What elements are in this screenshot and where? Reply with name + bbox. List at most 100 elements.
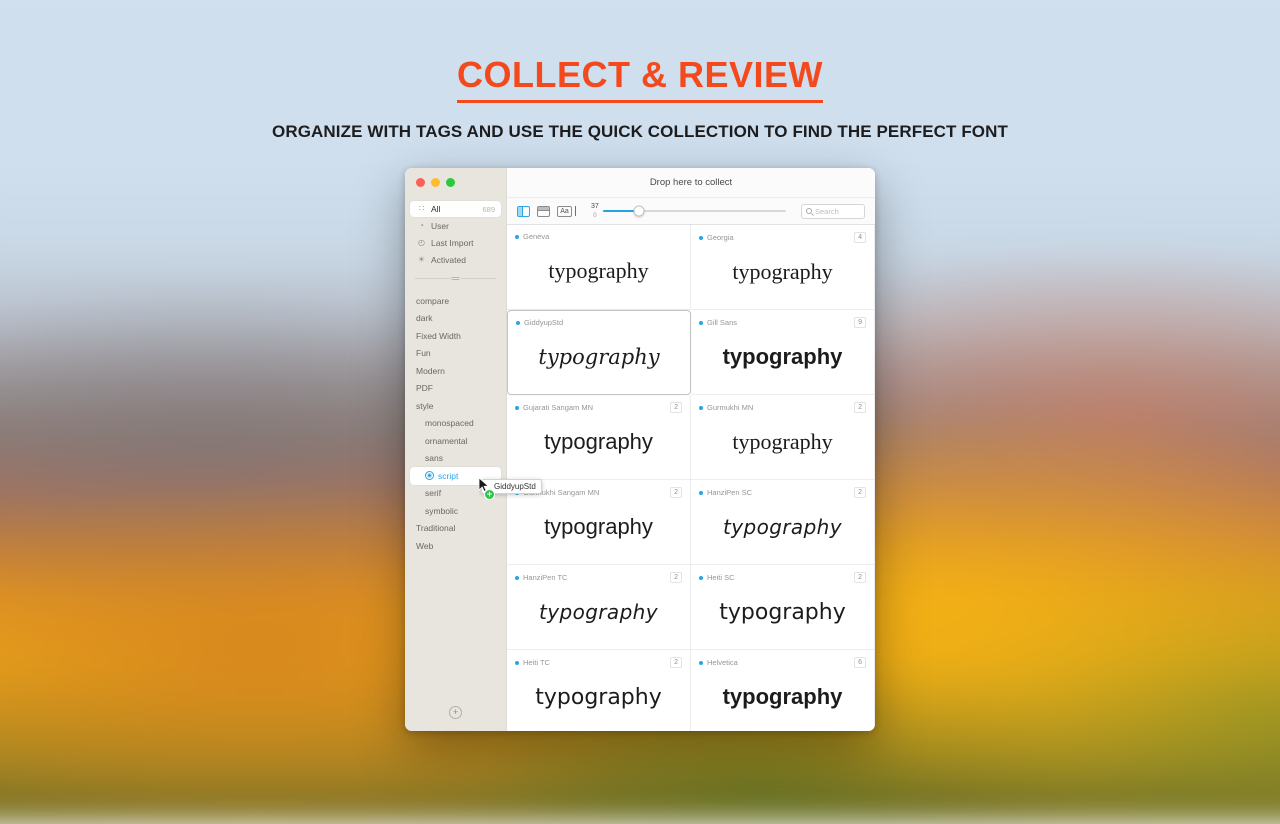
sidebar-tag-compare[interactable]: ◉compare xyxy=(410,292,501,310)
font-count-badge: 6 xyxy=(854,657,866,668)
sidebar-tag-label: symbolic xyxy=(425,505,459,516)
table-row[interactable]: GiddyupStd typography xyxy=(507,310,691,395)
sidebar-tag-style[interactable]: ◉style xyxy=(410,397,501,415)
font-sample-text: typography xyxy=(732,429,833,454)
sidebar-item-all[interactable]: ∷ All 689 xyxy=(410,201,501,217)
app-window: ∷All689◔User◴Last Import☀Activated ◉comp… xyxy=(405,168,875,731)
table-row[interactable]: Heiti TC 2 typography xyxy=(507,650,691,731)
sidebar-tag-label: Fun xyxy=(416,348,431,359)
sidebar-tag-pdf[interactable]: ◉PDF xyxy=(410,380,501,398)
table-row[interactable]: Heiti SC 2 typography xyxy=(691,565,875,650)
sidebar-item-user[interactable]: ◔ User xyxy=(410,218,501,234)
sidebar-tag-web[interactable]: ◉Web xyxy=(410,537,501,555)
sidebar-tag-label: Traditional xyxy=(416,523,456,534)
sidebar-item-activated[interactable]: ☀ Activated xyxy=(410,252,501,268)
card-header: HanziPen SC 2 xyxy=(699,487,866,498)
sidebar-tag-dark[interactable]: ◉dark xyxy=(410,310,501,328)
sidebar-tag-label: compare xyxy=(416,295,450,306)
slider-knob[interactable] xyxy=(633,205,645,217)
sidebar-tag-fun[interactable]: ◉Fun xyxy=(410,345,501,363)
font-count-badge: 2 xyxy=(854,402,866,413)
table-row[interactable]: Gill Sans 9 typography xyxy=(691,310,875,395)
font-name: Georgia xyxy=(707,233,734,242)
card-header: HanziPen TC 2 xyxy=(515,572,682,583)
slider-max-label: 37 xyxy=(591,203,599,210)
table-row[interactable]: Geneva typography xyxy=(507,225,691,310)
font-status-dot-icon xyxy=(699,575,703,580)
font-sample-text: typography xyxy=(732,259,833,284)
sample-text-icon[interactable]: Aa xyxy=(557,205,572,217)
font-status-dot-icon xyxy=(699,235,703,240)
table-row[interactable]: Gurmukhi MN 2 typography xyxy=(691,395,875,480)
sidebar: ∷All689◔User◴Last Import☀Activated ◉comp… xyxy=(405,168,506,731)
minimize-button[interactable] xyxy=(431,178,440,187)
sidebar-tag-label: ornamental xyxy=(425,435,468,446)
table-row[interactable]: HanziPen SC 2 typography xyxy=(691,480,875,565)
font-count-badge: 2 xyxy=(854,572,866,583)
user-icon: ◔ xyxy=(419,221,424,230)
maximize-button[interactable] xyxy=(446,178,455,187)
page-subtitle: ORGANIZE WITH TAGS AND USE THE QUICK COL… xyxy=(272,122,1008,141)
font-sample-text: typography xyxy=(535,684,662,710)
font-sample-text: typography xyxy=(538,344,660,369)
slider-min-label: 0 xyxy=(593,213,597,219)
sidebar-item-label: User xyxy=(431,221,449,231)
font-status-dot-icon xyxy=(515,660,519,665)
add-tag-button[interactable]: + xyxy=(449,705,462,719)
font-sample-text: typography xyxy=(544,429,653,454)
divider-grip-icon[interactable] xyxy=(450,276,461,281)
sidebar-item-last-import[interactable]: ◴ Last Import xyxy=(410,235,501,251)
font-sample-text: typography xyxy=(722,684,843,709)
table-row[interactable]: Helvetica 6 typography xyxy=(691,650,875,731)
sidebar-item-label: All xyxy=(431,204,441,214)
font-grid: Geneva typography Georgia 4 typography Giddyu… xyxy=(507,225,875,731)
font-sample-text: typography xyxy=(539,600,658,624)
card-header: Helvetica 6 xyxy=(699,657,866,668)
sidebar-tag-sans[interactable]: ◉sans xyxy=(410,450,501,468)
sidebar-tag-symbolic[interactable]: ◉symbolic xyxy=(410,502,501,520)
table-row[interactable]: Georgia 4 typography xyxy=(691,225,875,310)
window-view-icon[interactable] xyxy=(537,205,550,217)
font-status-dot-icon xyxy=(515,575,519,580)
font-name: Gill Sans xyxy=(707,318,738,327)
search-input[interactable]: Search xyxy=(801,203,865,219)
toolbar: Aa 37 0 Search xyxy=(507,198,875,225)
font-status-dot-icon xyxy=(699,320,703,325)
font-count-badge: 2 xyxy=(670,657,682,668)
card-header: Heiti TC 2 xyxy=(515,657,682,668)
sidebar-tag-traditional[interactable]: ◉Traditional xyxy=(410,520,501,538)
text-caret-icon xyxy=(575,206,576,216)
search-icon xyxy=(806,208,812,214)
slider-track[interactable] xyxy=(602,205,786,217)
close-button[interactable] xyxy=(416,178,425,187)
sidebar-toggle-icon[interactable] xyxy=(517,205,530,217)
search-placeholder: Search xyxy=(815,206,839,216)
font-count-badge: 2 xyxy=(854,487,866,498)
font-status-dot-icon xyxy=(699,660,703,665)
size-slider[interactable]: 37 0 xyxy=(591,203,786,219)
sidebar-footer: + xyxy=(405,693,506,731)
table-row[interactable]: HanziPen TC 2 typography xyxy=(507,565,691,650)
drop-zone[interactable]: Drop here to collect xyxy=(507,168,875,198)
font-name: Gurmukhi Sangam MN xyxy=(523,488,600,497)
sidebar-item-label: Last Import xyxy=(431,238,474,248)
font-count-badge: 2 xyxy=(670,402,682,413)
sidebar-divider[interactable] xyxy=(415,276,496,281)
font-status-dot-icon xyxy=(515,405,519,410)
font-name: Heiti SC xyxy=(707,573,735,582)
font-status-dot-icon xyxy=(699,405,703,410)
card-header: Geneva xyxy=(515,232,682,241)
font-status-dot-icon xyxy=(516,320,520,325)
font-name: Gujarati Sangam MN xyxy=(523,403,594,412)
font-count-badge: 4 xyxy=(854,232,866,243)
sidebar-tag-fixed-width[interactable]: ◉Fixed Width xyxy=(410,327,501,345)
sidebar-tag-label: style xyxy=(416,400,434,411)
sidebar-tag-monospaced[interactable]: ◉monospaced xyxy=(410,415,501,433)
sidebar-tag-label: Modern xyxy=(416,365,445,376)
sidebar-tag-modern[interactable]: ◉Modern xyxy=(410,362,501,380)
font-sample-text: typography xyxy=(719,599,846,625)
sidebar-tag-ornamental[interactable]: ◉ornamental xyxy=(410,432,501,450)
table-row[interactable]: Gujarati Sangam MN 2 typography xyxy=(507,395,691,480)
sidebar-item-count: 689 xyxy=(482,204,495,214)
font-name: HanziPen SC xyxy=(707,488,753,497)
